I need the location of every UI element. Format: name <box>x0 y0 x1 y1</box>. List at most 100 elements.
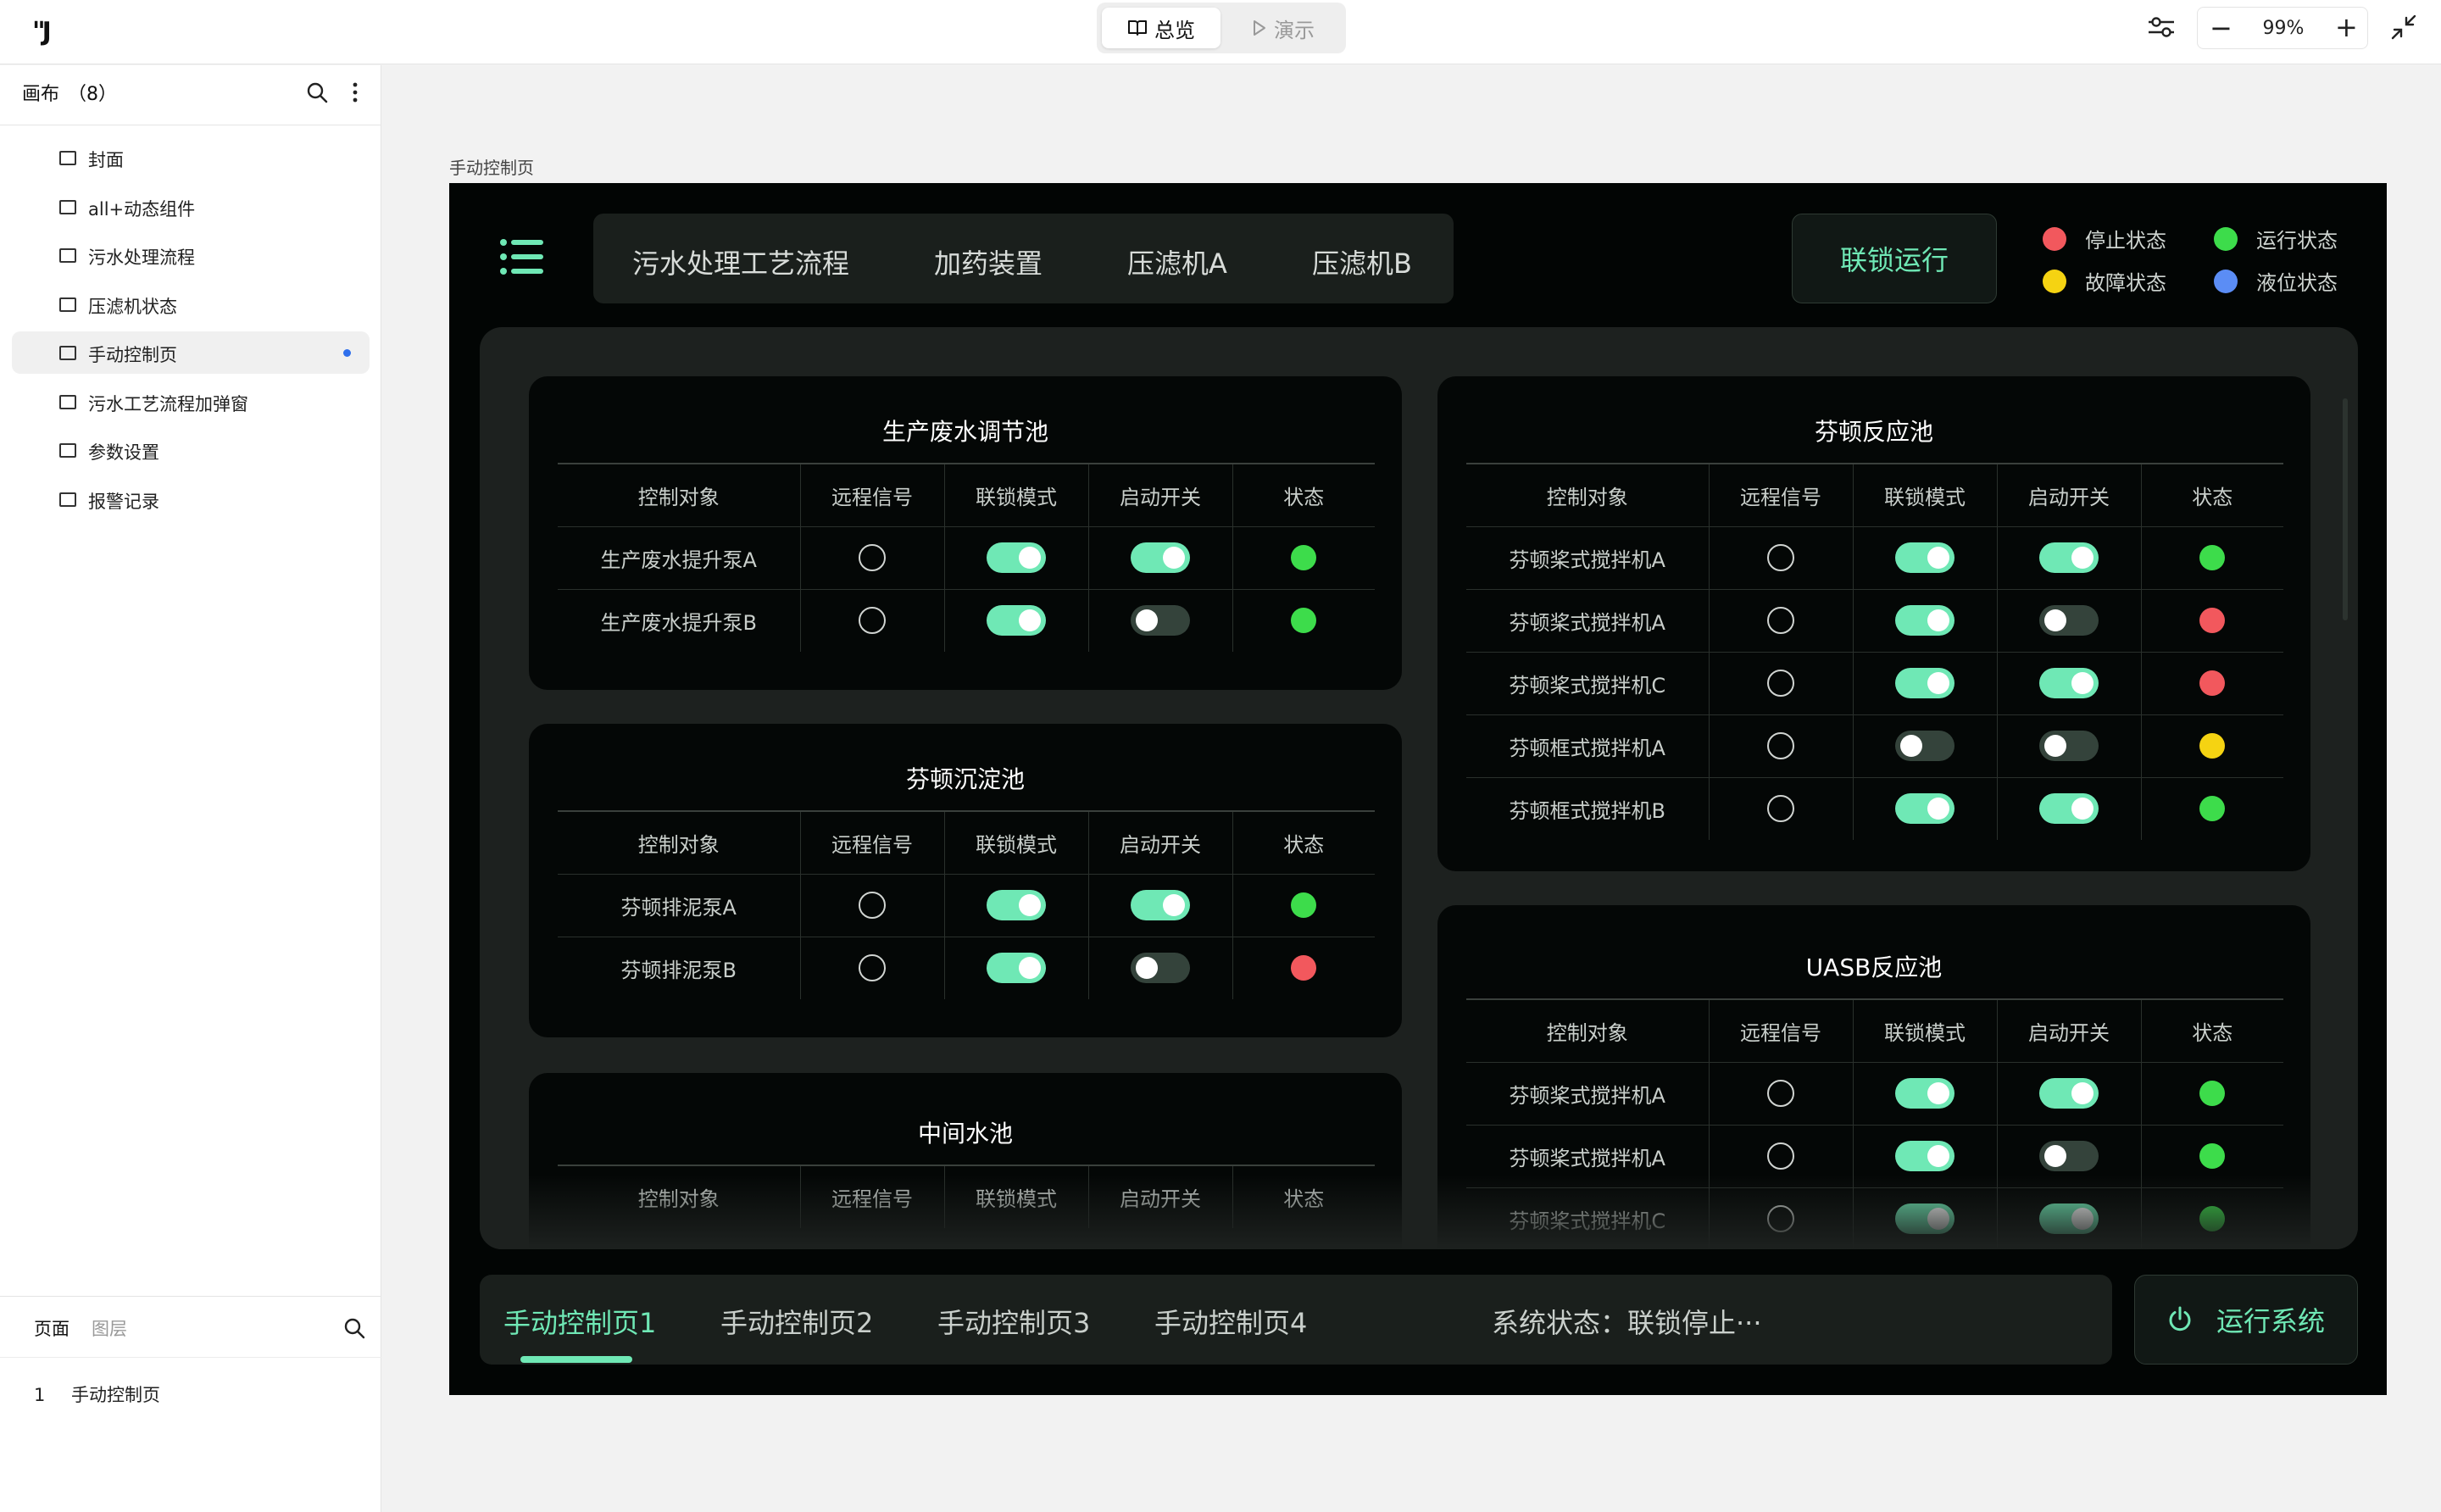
interlock-toggle[interactable] <box>987 953 1046 984</box>
start-switch-toggle[interactable] <box>2039 605 2099 636</box>
layer-number: 1 <box>34 1385 46 1405</box>
interlock-toggle[interactable] <box>1895 1141 1954 1171</box>
control-card: 芬顿沉淀池 控制对象 远程信号 联锁模式 启动开关 状态 芬顿排泥泵A 芬顿排泥泵B <box>529 724 1402 1037</box>
remote-signal-radio[interactable] <box>1767 1205 1794 1233</box>
control-object-name: 芬顿排泥泵B <box>558 936 800 999</box>
page-item-cover[interactable]: 封面 <box>12 136 370 179</box>
search-icon[interactable] <box>305 81 329 108</box>
page-icon <box>59 151 76 165</box>
start-switch-toggle[interactable] <box>2039 668 2099 698</box>
table-row: 生产废水提升泵A <box>558 525 1375 589</box>
layer-item[interactable]: 1 手动控制页 <box>34 1381 160 1407</box>
design-frame: 污水处理工艺流程 加药装置 压滤机A 压滤机B 联锁运行 停止状态 运行状态 故… <box>449 183 2387 1395</box>
start-switch-toggle[interactable] <box>2039 1078 2099 1109</box>
stop-dot <box>2043 226 2066 251</box>
page-item-components[interactable]: all+动态组件 <box>12 186 370 228</box>
scrollbar[interactable] <box>2343 398 2348 620</box>
interlock-toggle[interactable] <box>1895 542 1954 573</box>
table-row: 芬顿桨式搅拌机A <box>1466 1061 2283 1125</box>
start-switch-toggle[interactable] <box>2039 793 2099 825</box>
remote-signal-cell <box>1708 651 1853 714</box>
toggle-knob <box>2071 1082 2093 1104</box>
interlock-toggle[interactable] <box>987 890 1046 920</box>
tab-process-flow[interactable]: 污水处理工艺流程 <box>632 242 849 281</box>
control-panel[interactable]: 生产废水调节池 控制对象 远程信号 联锁模式 启动开关 状态 生产废水提升泵A 生产废水提升泵… <box>480 327 2358 1249</box>
status-cell <box>2140 588 2283 652</box>
remote-signal-radio[interactable] <box>1767 1080 1794 1107</box>
start-switch-toggle-cell <box>1996 588 2141 652</box>
page-item-process[interactable]: 污水处理流程 <box>12 234 370 276</box>
interlock-toggle[interactable] <box>1895 1203 1954 1235</box>
settings-sliders-icon[interactable] <box>2146 12 2177 42</box>
table-row: 芬顿排泥泵A <box>558 873 1375 937</box>
legend-label: 运行状态 <box>2256 229 2338 253</box>
remote-signal-cell <box>799 525 944 589</box>
remote-signal-radio[interactable] <box>1767 607 1794 634</box>
interlock-toggle-cell <box>1852 1187 1997 1249</box>
status-cell <box>2140 525 2283 589</box>
interlock-toggle[interactable] <box>1895 1078 1954 1109</box>
remote-signal-radio[interactable] <box>1767 795 1794 823</box>
start-switch-toggle[interactable] <box>1131 890 1190 920</box>
more-vertical-icon[interactable] <box>351 81 359 108</box>
start-switch-toggle[interactable] <box>1131 953 1190 984</box>
tab-manual-page-3[interactable]: 手动控制页3 <box>937 1302 1090 1341</box>
start-switch-toggle[interactable] <box>2039 1203 2099 1235</box>
start-switch-toggle[interactable] <box>1131 542 1190 573</box>
legend-label: 液位状态 <box>2256 271 2338 295</box>
interlock-run-button[interactable]: 联锁运行 <box>1792 214 1997 303</box>
control-table: 控制对象 远程信号 联锁模式 启动开关 状态 芬顿桨式搅拌机A 芬顿桨式搅拌机A 芬顿桨式搅拌… <box>1466 998 2283 1249</box>
tab-manual-page-1[interactable]: 手动控制页1 <box>503 1302 656 1341</box>
page-item-process-popup[interactable]: 污水工艺流程加弹窗 <box>12 381 370 423</box>
toggle-knob <box>1927 672 1949 694</box>
page-item-manual-control[interactable]: 手动控制页 <box>12 331 370 374</box>
interlock-toggle[interactable] <box>1895 793 1954 825</box>
interlock-toggle[interactable] <box>1895 731 1954 761</box>
overview-mode-button[interactable]: 总览 <box>1102 8 1220 48</box>
status-indicator <box>1291 955 1317 981</box>
column-header: 控制对象 <box>1466 463 1709 526</box>
interlock-toggle[interactable] <box>1895 668 1954 698</box>
tab-filter-press-a[interactable]: 压滤机A <box>1127 242 1227 281</box>
remote-signal-radio[interactable] <box>1767 732 1794 759</box>
present-mode-button[interactable]: 演示 <box>1226 8 1341 48</box>
menu-list-icon[interactable] <box>500 239 544 278</box>
tab-pages[interactable]: 页面 <box>34 1319 70 1339</box>
toggle-knob <box>1019 609 1041 632</box>
page-item-label: 报警记录 <box>88 491 159 512</box>
search-icon[interactable] <box>342 1316 366 1343</box>
status-indicator <box>2199 670 2226 696</box>
page-item-filter-status[interactable]: 压滤机状态 <box>12 283 370 325</box>
frame-label[interactable]: 手动控制页 <box>449 154 534 179</box>
remote-signal-radio[interactable] <box>859 544 886 571</box>
start-switch-toggle[interactable] <box>2039 731 2099 761</box>
remote-signal-radio[interactable] <box>859 607 886 635</box>
tab-dosing[interactable]: 加药装置 <box>934 242 1043 281</box>
page-item-settings[interactable]: 参数设置 <box>12 429 370 471</box>
tab-layers[interactable]: 图层 <box>92 1319 127 1339</box>
remote-signal-radio[interactable] <box>1767 670 1794 697</box>
interlock-toggle-cell <box>943 873 1088 937</box>
remote-signal-radio[interactable] <box>1767 544 1794 571</box>
interlock-toggle[interactable] <box>987 542 1046 573</box>
page-item-alarms[interactable]: 报警记录 <box>12 478 370 520</box>
app-logo[interactable]: "J <box>32 17 52 47</box>
status-cell <box>1232 525 1375 589</box>
remote-signal-radio[interactable] <box>859 954 886 982</box>
start-switch-toggle[interactable] <box>2039 1141 2099 1171</box>
zoom-level[interactable]: 99% <box>2249 18 2318 39</box>
zoom-in-button[interactable]: + <box>2335 14 2358 41</box>
remote-signal-radio[interactable] <box>1767 1142 1794 1170</box>
tab-manual-page-2[interactable]: 手动控制页2 <box>720 1302 873 1341</box>
remote-signal-radio[interactable] <box>859 892 886 919</box>
start-switch-toggle[interactable] <box>1131 605 1190 636</box>
start-switch-toggle[interactable] <box>2039 542 2099 573</box>
interlock-toggle[interactable] <box>1895 605 1954 636</box>
collapse-icon[interactable] <box>2388 12 2419 42</box>
tab-filter-press-b[interactable]: 压滤机B <box>1312 242 1412 281</box>
interlock-toggle[interactable] <box>987 605 1046 636</box>
zoom-out-button[interactable]: − <box>2210 14 2232 42</box>
run-system-button[interactable]: 运行系统 <box>2134 1275 2358 1365</box>
toggle-knob <box>1927 1082 1949 1104</box>
tab-manual-page-4[interactable]: 手动控制页4 <box>1154 1302 1307 1341</box>
